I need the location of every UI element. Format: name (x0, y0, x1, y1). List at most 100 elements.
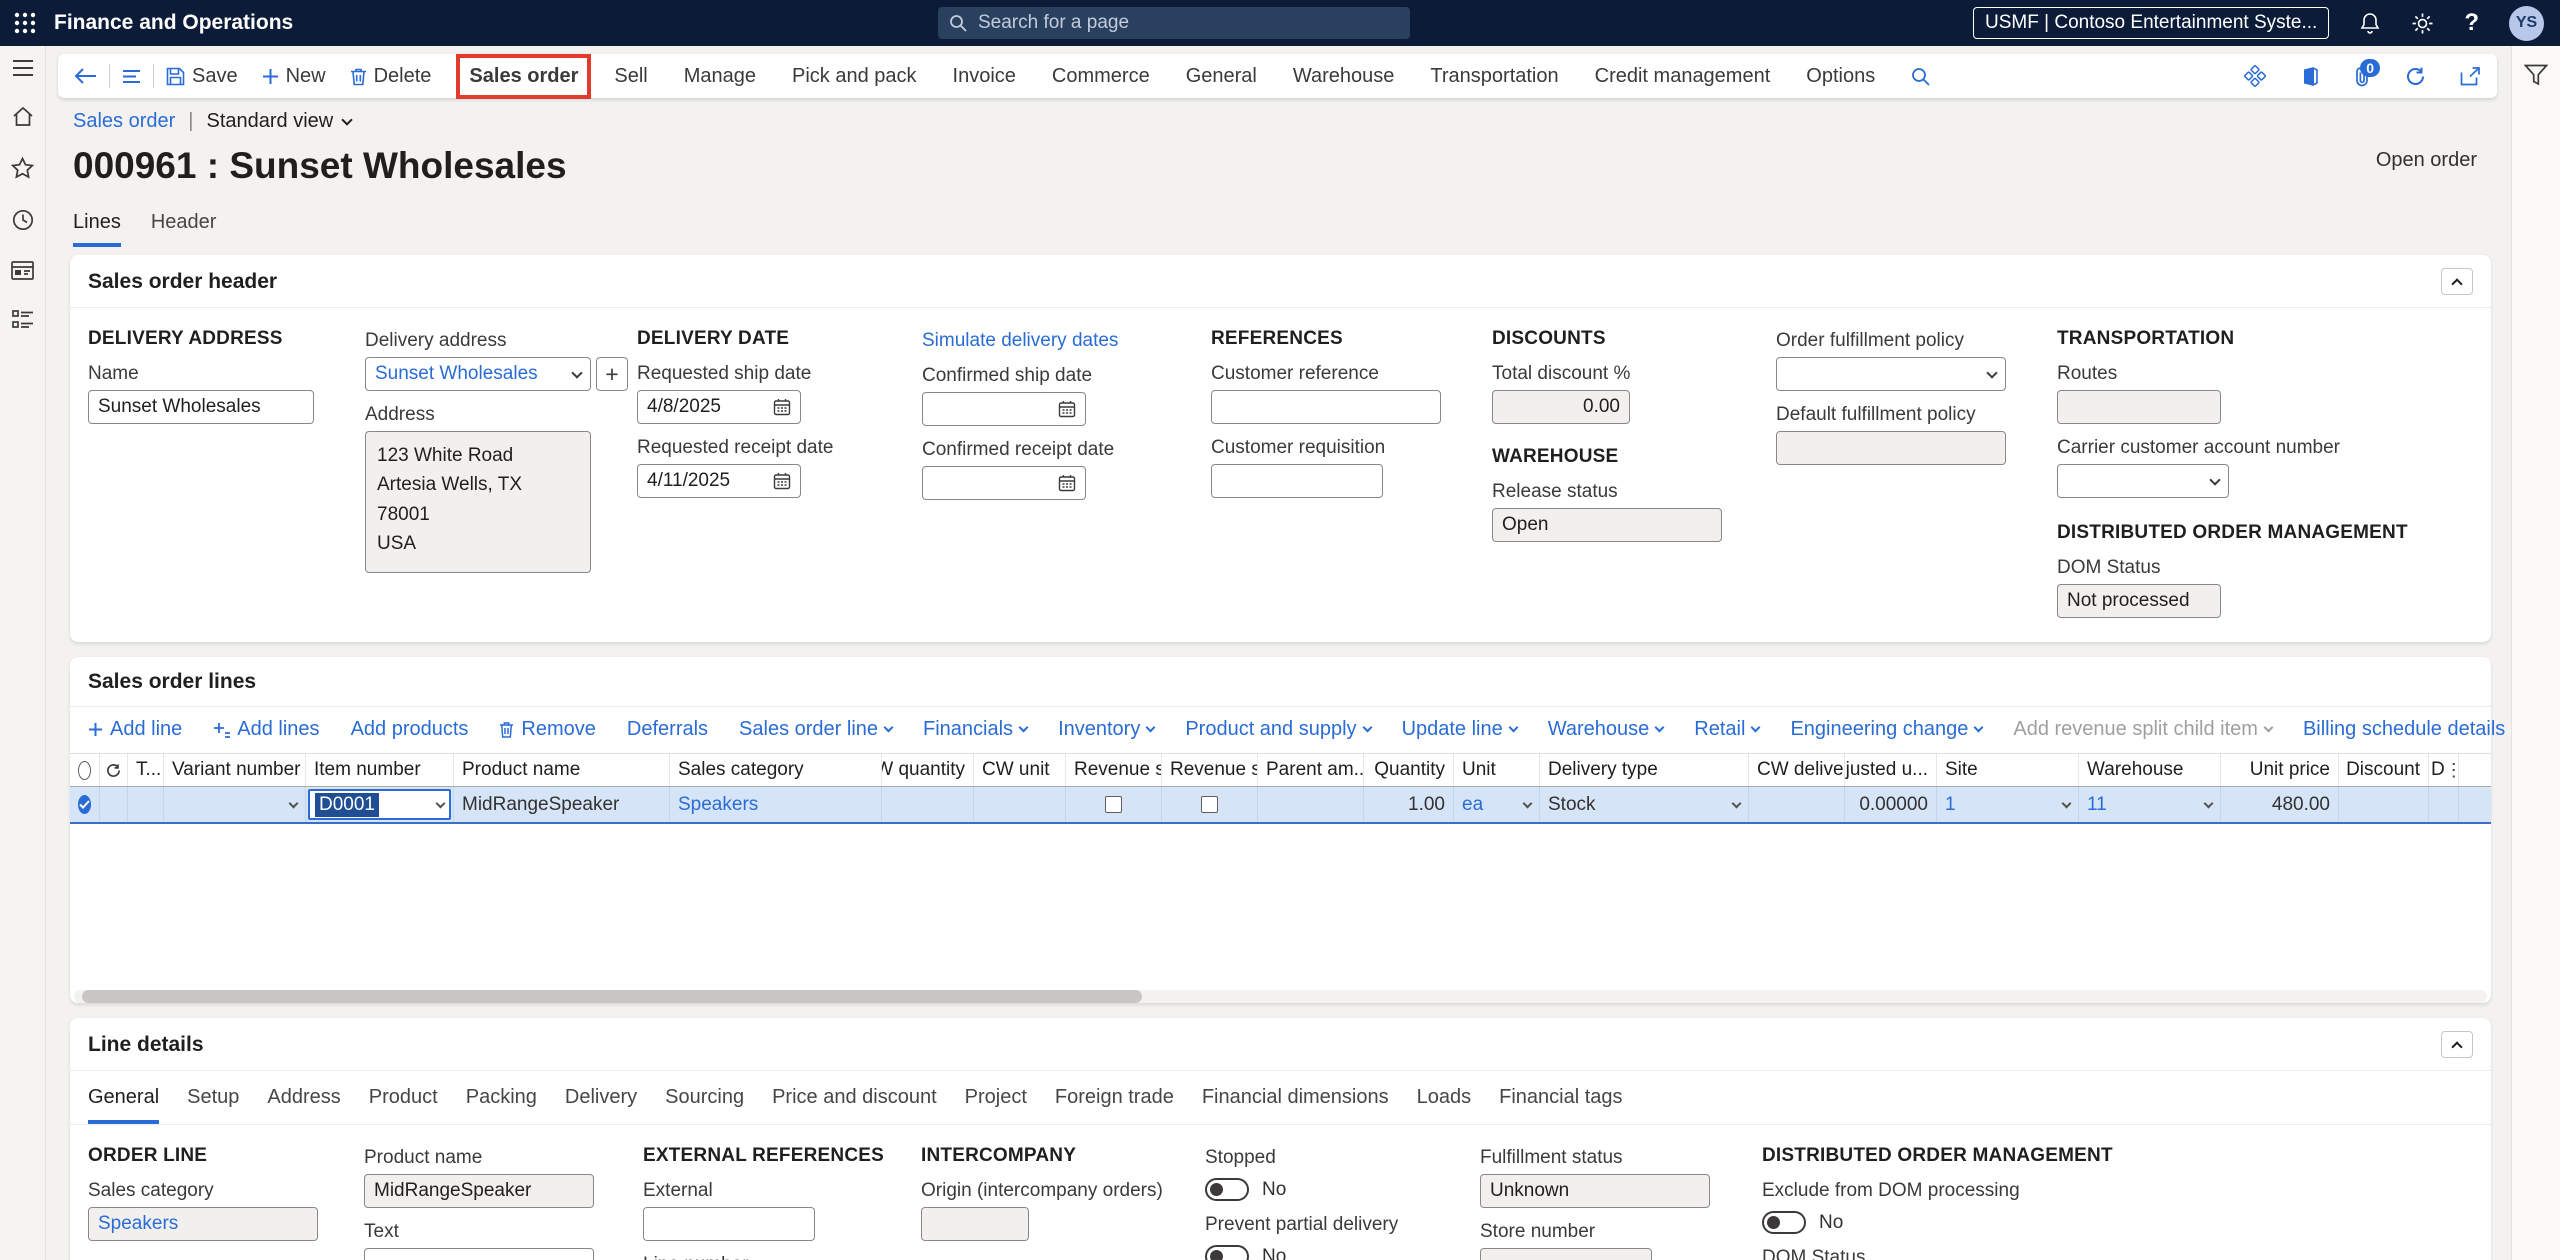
cell-cw-quantity[interactable] (882, 787, 974, 822)
gear-icon[interactable] (2411, 12, 2434, 35)
environment-pill[interactable]: USMF | Contoso Entertainment Syste... (1973, 7, 2329, 39)
col-header-d[interactable]: D ⋮ (2429, 754, 2459, 786)
engineering-change-menu[interactable]: Engineering change (1790, 718, 1982, 741)
search-actions-icon[interactable] (1911, 67, 1930, 86)
requested-receipt-date-field[interactable]: 4/11/2025 (637, 464, 801, 498)
clock-icon[interactable] (12, 209, 34, 231)
col-header-t[interactable]: T... (128, 754, 164, 786)
col-header-unit-price[interactable]: Unit price (2221, 754, 2339, 786)
tab-loads[interactable]: Loads (1417, 1086, 1472, 1124)
office-icon[interactable] (2300, 66, 2320, 87)
delivery-address-combo[interactable]: Sunset Wholesales (365, 357, 591, 391)
prevent-partial-delivery-toggle[interactable] (1205, 1245, 1249, 1260)
col-header-discount[interactable]: Discount (2339, 754, 2429, 786)
revenue-split-checkbox-1[interactable] (1105, 796, 1122, 813)
breadcrumb-sales-order-link[interactable]: Sales order (73, 110, 175, 133)
product-and-supply-menu[interactable]: Product and supply (1185, 718, 1370, 741)
customer-requisition-field[interactable] (1211, 464, 1383, 498)
tab-general[interactable]: General (88, 1086, 159, 1124)
col-header-item-number[interactable]: Item number (306, 754, 454, 786)
tab-commerce[interactable]: Commerce (1052, 65, 1150, 88)
cell-cw-unit[interactable] (974, 787, 1066, 822)
update-line-menu[interactable]: Update line (1402, 718, 1517, 741)
external-field[interactable] (643, 1207, 815, 1241)
tab-packing[interactable]: Packing (466, 1086, 537, 1124)
list-flyout-icon[interactable] (122, 69, 141, 84)
tab-project[interactable]: Project (965, 1086, 1027, 1124)
tab-lines[interactable]: Lines (73, 211, 121, 247)
confirmed-receipt-date-field[interactable] (922, 466, 1086, 500)
collapse-section-button[interactable] (2441, 268, 2473, 295)
cell-adjusted-u[interactable]: 0.00000 (1845, 787, 1937, 822)
refresh-icon[interactable] (2405, 66, 2426, 87)
tab-header[interactable]: Header (151, 211, 217, 247)
billing-schedule-details-button[interactable]: Billing schedule details (2303, 718, 2505, 741)
col-header-cw-deliver[interactable]: CW deliver... (1749, 754, 1845, 786)
retail-menu[interactable]: Retail (1694, 718, 1759, 741)
filter-icon[interactable] (2524, 64, 2548, 1260)
tab-foreign-trade[interactable]: Foreign trade (1055, 1086, 1174, 1124)
bell-icon[interactable] (2359, 12, 2381, 35)
cell-quantity[interactable]: 1.00 (1364, 787, 1454, 822)
help-icon[interactable]: ? (2464, 9, 2479, 37)
tab-transportation[interactable]: Transportation (1430, 65, 1558, 88)
confirmed-ship-date-field[interactable] (922, 392, 1086, 426)
cell-d[interactable] (2429, 787, 2459, 822)
tab-warehouse[interactable]: Warehouse (1293, 65, 1395, 88)
workspaces-icon[interactable] (11, 261, 34, 280)
cell-t[interactable] (128, 787, 164, 822)
tab-manage[interactable]: Manage (684, 65, 756, 88)
cell-product-name[interactable]: MidRangeSpeaker (454, 787, 670, 822)
delete-button[interactable]: Delete (350, 65, 432, 88)
cell-warehouse[interactable]: 11 (2079, 787, 2221, 822)
col-header-quantity[interactable]: Quantity (1364, 754, 1454, 786)
inventory-menu[interactable]: Inventory (1058, 718, 1154, 741)
order-fulfillment-policy-combo[interactable] (1776, 357, 2006, 391)
sales-order-line-menu[interactable]: Sales order line (739, 718, 892, 741)
item-number-editor[interactable]: D0001 (308, 789, 451, 820)
add-products-button[interactable]: Add products (351, 718, 469, 741)
waffle-icon[interactable] (0, 12, 50, 34)
customer-reference-field[interactable] (1211, 390, 1441, 424)
col-header-delivery-type[interactable]: Delivery type (1540, 754, 1749, 786)
col-header-site[interactable]: Site (1937, 754, 2079, 786)
exclude-dom-toggle[interactable] (1762, 1211, 1806, 1234)
horizontal-scrollbar[interactable] (74, 990, 2487, 1003)
cell-delivery-type[interactable]: Stock (1540, 787, 1749, 822)
cell-discount[interactable] (2339, 787, 2429, 822)
select-all-checkbox[interactable] (78, 761, 91, 780)
search-input[interactable] (976, 11, 1399, 35)
cell-site[interactable]: 1 (1937, 787, 2079, 822)
name-field[interactable]: Sunset Wholesales (88, 390, 314, 424)
revenue-split-checkbox-2[interactable] (1201, 796, 1218, 813)
tab-financial-dimensions[interactable]: Financial dimensions (1202, 1086, 1389, 1124)
col-header-cw-quantity[interactable]: CW quantity (882, 754, 974, 786)
view-selector[interactable]: Standard view (206, 110, 351, 133)
add-lines-button[interactable]: Add lines (213, 718, 319, 741)
modules-icon[interactable] (12, 310, 34, 330)
cell-parent-am[interactable] (1258, 787, 1364, 822)
col-header-adjusted-u[interactable]: Adjusted u... (1845, 754, 1937, 786)
tab-general[interactable]: General (1186, 65, 1257, 88)
tab-invoice[interactable]: Invoice (953, 65, 1016, 88)
add-line-button[interactable]: Add line (88, 718, 182, 741)
refresh-rows-icon[interactable] (100, 754, 128, 786)
tab-delivery[interactable]: Delivery (565, 1086, 637, 1124)
menu-icon[interactable] (12, 60, 34, 76)
home-icon[interactable] (12, 106, 34, 127)
warehouse-menu[interactable]: Warehouse (1548, 718, 1664, 741)
carrier-account-combo[interactable] (2057, 464, 2229, 498)
row-selected-checkbox[interactable] (78, 795, 91, 814)
col-header-cw-unit[interactable]: CW unit (974, 754, 1066, 786)
tab-credit-management[interactable]: Credit management (1595, 65, 1771, 88)
tab-price-and-discount[interactable]: Price and discount (772, 1086, 937, 1124)
tab-sourcing[interactable]: Sourcing (665, 1086, 744, 1124)
col-header-parent-am[interactable]: Parent am... (1258, 754, 1364, 786)
col-header-product-name[interactable]: Product name (454, 754, 670, 786)
col-header-sales-category[interactable]: Sales category (670, 754, 882, 786)
tab-financial-tags[interactable]: Financial tags (1499, 1086, 1622, 1124)
col-header-variant-number[interactable]: Variant number (164, 754, 306, 786)
col-header-unit[interactable]: Unit (1454, 754, 1540, 786)
tab-setup[interactable]: Setup (187, 1086, 239, 1124)
add-address-button[interactable]: + (596, 357, 628, 391)
